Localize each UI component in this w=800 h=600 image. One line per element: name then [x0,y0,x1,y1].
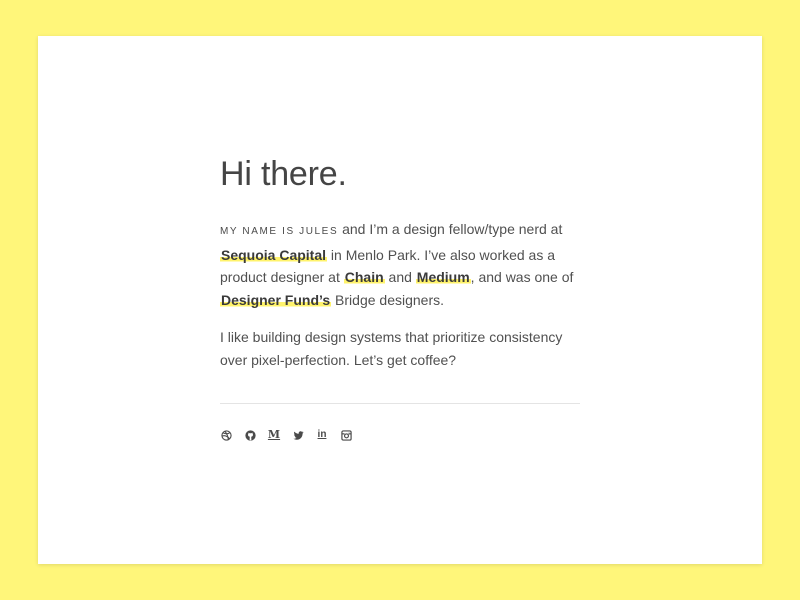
content-card: Hi there. my name is jules and I’m a des… [38,36,762,564]
bio-text-3: and [384,269,416,285]
name-smallcaps: my name is jules [220,226,339,237]
medium-link[interactable]: Medium [415,269,471,285]
bio-paragraph: my name is jules and I’m a design fellow… [220,218,580,311]
sequoia-capital-link[interactable]: Sequoia Capital [220,246,328,263]
instagram-icon[interactable] [340,429,352,441]
bio-text-1: and I’m a design fellow/type nerd at [338,221,563,237]
bio-text-5: Bridge designers. [331,291,445,308]
social-links: M in [220,429,580,441]
page-title: Hi there. [220,155,347,193]
github-icon[interactable] [244,429,256,441]
intro-section: Hi there. my name is jules and I’m a des… [220,154,580,441]
chain-link[interactable]: Chain [343,269,385,285]
bio-text-4: , and was one of [470,269,574,285]
linkedin-icon[interactable]: in [316,429,328,441]
designer-fund-link[interactable]: Designer Fund’s [220,291,332,308]
coffee-paragraph: I like building design systems that prio… [220,329,563,368]
twitter-icon[interactable] [292,429,304,441]
medium-icon[interactable]: M [268,429,280,441]
dribbble-icon[interactable] [220,429,232,441]
divider [220,403,580,404]
